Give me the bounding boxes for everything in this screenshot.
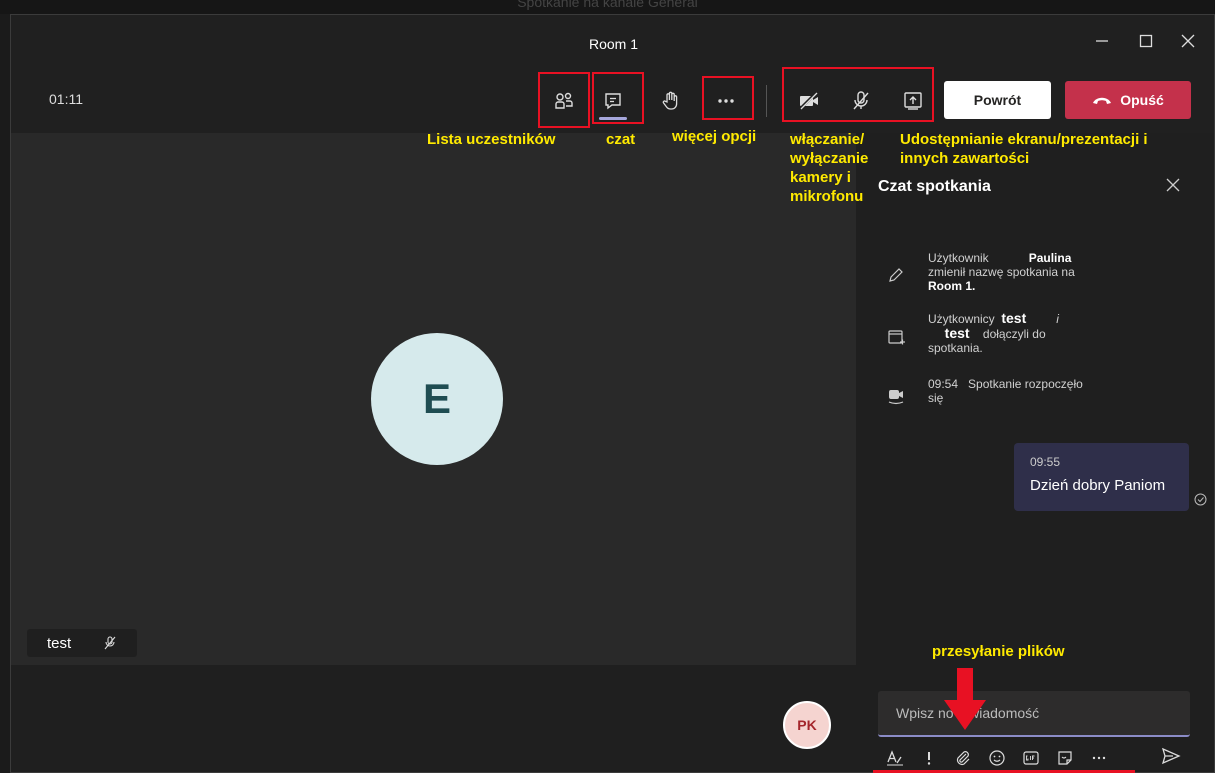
participants-highlight — [538, 72, 590, 128]
join-event-text1: dołączyli do — [982, 327, 1046, 341]
media-annotation-line2: wyłączanie — [790, 150, 869, 167]
back-button-label: Powrót — [973, 92, 1022, 108]
media-annotation: włączanie/ wyłączanie kamery i mikrofonu — [790, 130, 868, 206]
maximize-icon[interactable] — [1129, 29, 1163, 59]
message-text: Dzień dobry Paniom — [1030, 477, 1166, 494]
chat-panel: Czat spotkania Użytkownik Paulina zmieni… — [856, 133, 1214, 772]
meeting-timer: 01:11 — [49, 91, 83, 107]
sticker-icon[interactable] — [1048, 745, 1082, 771]
chat-title: Czat spotkania — [878, 178, 991, 195]
participant-mic-off-icon — [104, 636, 116, 650]
media-annotation-line3: kamery i — [790, 169, 851, 186]
more-options-highlight — [702, 76, 754, 120]
chat-annotation: czat — [606, 131, 636, 148]
self-view-strip — [11, 665, 856, 772]
more-compose-options-icon[interactable] — [1082, 745, 1116, 771]
close-icon[interactable] — [1171, 29, 1205, 59]
toolbar-divider — [766, 85, 767, 117]
hang-up-icon — [1093, 97, 1112, 104]
attach-icon[interactable] — [946, 745, 980, 771]
start-event-text1: Spotkanie rozpoczęło — [968, 377, 1083, 391]
rename-event-user: Paulina — [1028, 251, 1072, 265]
send-icon[interactable] — [1161, 747, 1181, 770]
meeting-start-icon — [888, 390, 904, 405]
participant-avatar: E — [371, 333, 503, 465]
window-title: Room 1 — [588, 36, 639, 52]
participant-name-tag: test — [27, 629, 137, 657]
join-event-user1: test — [1001, 310, 1027, 326]
start-event-time: 09:54 — [928, 377, 959, 391]
compose-toolbar — [878, 745, 1190, 771]
media-controls-highlight — [782, 67, 934, 122]
background-window-title: Spotkanie na kanale General — [517, 0, 698, 10]
chat-message[interactable]: 09:55 Dzień dobry Paniom — [1014, 443, 1189, 511]
minimize-icon[interactable] — [1085, 29, 1119, 59]
important-icon[interactable] — [912, 745, 946, 771]
leave-button[interactable]: Opuść — [1065, 81, 1191, 119]
background-window-strip: Spotkanie na kanale General — [0, 0, 1215, 14]
join-event-user2: test — [944, 325, 970, 341]
share-annotation-line1: Udostępnianie ekranu/prezentacji i — [900, 131, 1148, 148]
chat-close-icon[interactable] — [1166, 175, 1180, 198]
my-avatar[interactable]: PK — [783, 701, 831, 749]
share-annotation-line2: innych zawartości — [900, 150, 1030, 167]
join-event-conj: i — [1056, 312, 1059, 326]
emoji-icon[interactable] — [980, 745, 1014, 771]
message-input[interactable]: Wpisz no wiadomość — [878, 691, 1190, 737]
more-options-annotation: więcej opcji — [672, 128, 757, 145]
rename-event-prefix: Użytkownik — [928, 251, 989, 265]
chat-highlight — [592, 72, 644, 124]
message-time: 09:55 — [1030, 455, 1061, 469]
my-initials: PK — [797, 717, 817, 733]
files-annotation: przesyłanie plików — [932, 643, 1065, 660]
media-annotation-line4: mikrofonu — [790, 188, 864, 205]
start-event-text2: się — [928, 391, 944, 405]
participant-initial: E — [422, 375, 451, 422]
rename-event-room: Room 1. — [928, 279, 976, 293]
rename-event-text: zmienił nazwę spotkania na — [928, 265, 1075, 279]
participant-name: test — [47, 634, 72, 652]
share-annotation: Udostępnianie ekranu/prezentacji i innyc… — [900, 130, 1148, 168]
raise-hand-icon[interactable] — [651, 81, 691, 121]
gif-icon[interactable] — [1014, 745, 1048, 771]
red-arrow-icon — [944, 668, 986, 730]
back-button[interactable]: Powrót — [944, 81, 1051, 119]
participants-annotation: Lista uczestników — [427, 131, 556, 148]
join-event-text2: spotkania. — [928, 341, 983, 355]
leave-button-label: Opuść — [1120, 92, 1164, 108]
title-bar: Room 1 — [11, 15, 1214, 69]
pencil-icon — [889, 268, 903, 282]
calendar-add-icon — [888, 330, 905, 345]
read-receipt-icon — [1194, 493, 1207, 509]
video-stage: E test — [11, 133, 856, 665]
join-event-prefix: Użytkownicy — [928, 312, 995, 326]
format-icon[interactable] — [878, 745, 912, 771]
media-annotation-line1: włączanie/ — [790, 131, 865, 148]
